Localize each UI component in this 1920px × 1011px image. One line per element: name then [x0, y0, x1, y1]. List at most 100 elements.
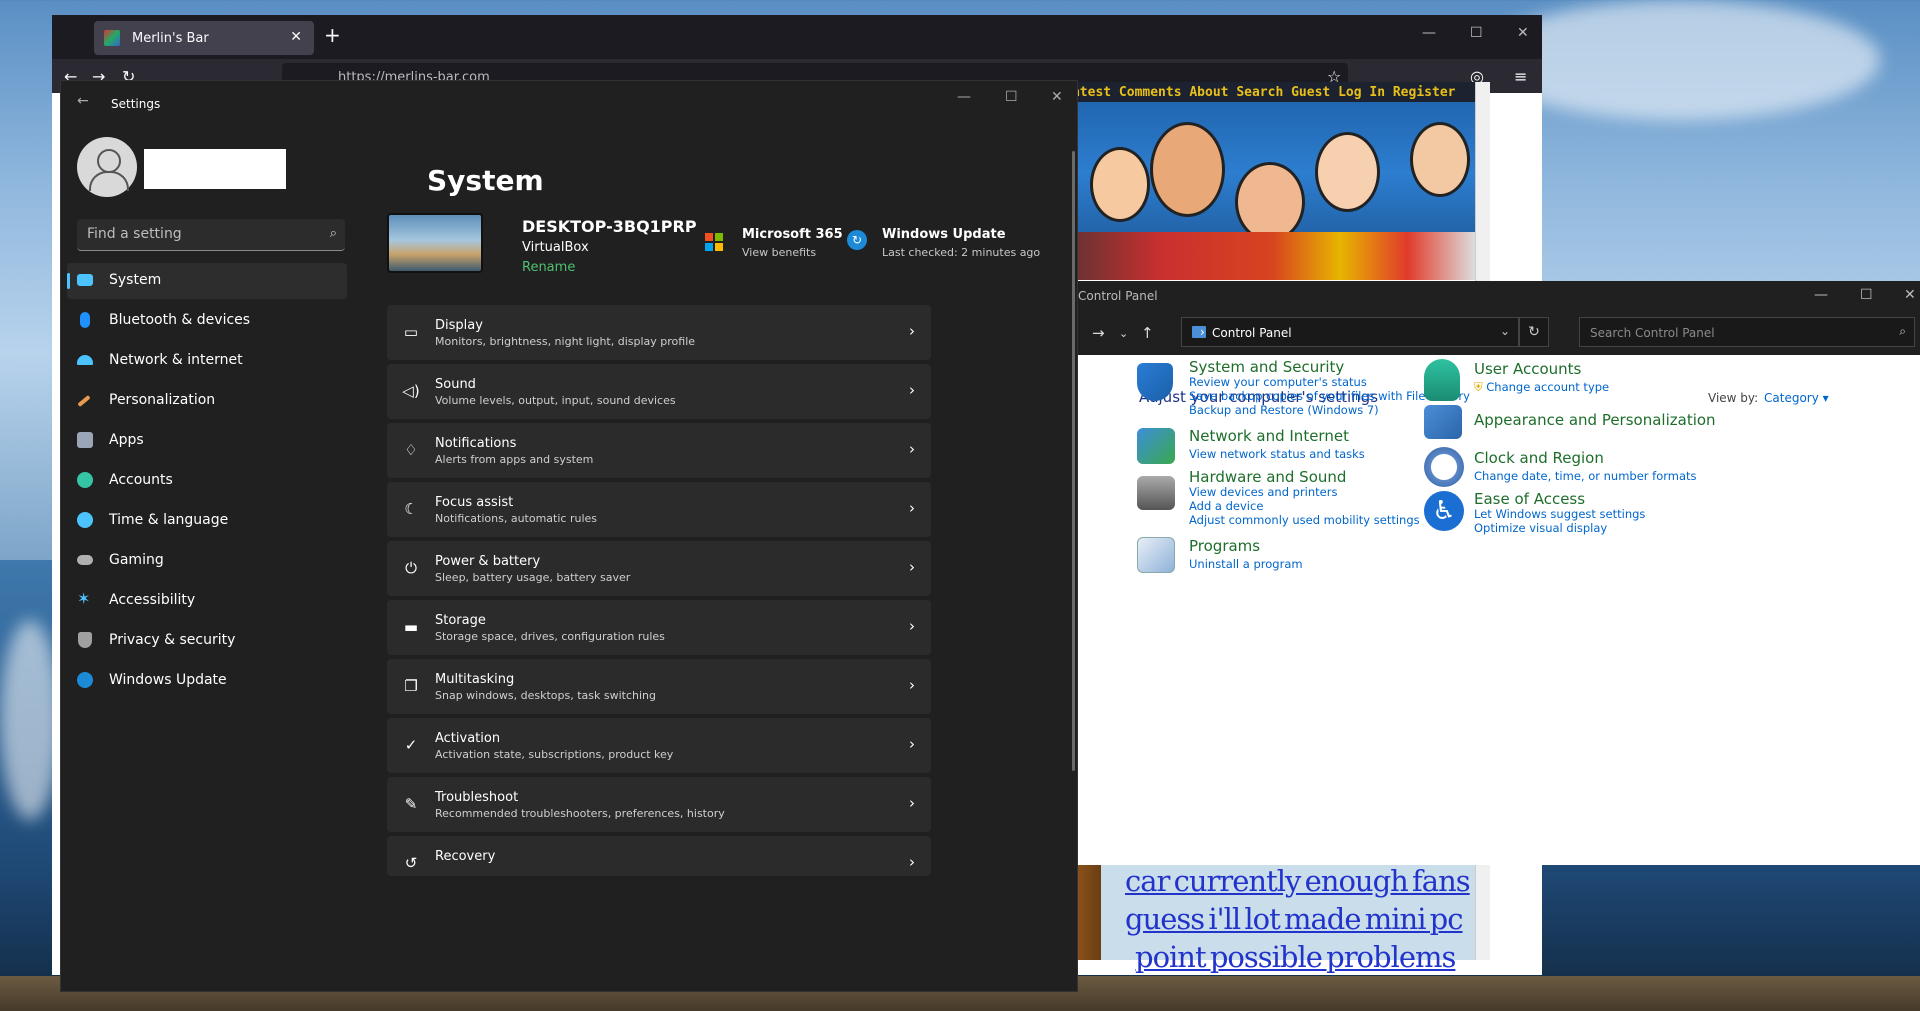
settings-scrollbar[interactable]	[1072, 151, 1075, 771]
sidebar-item-windows-update[interactable]: Windows Update	[67, 663, 347, 699]
settings-search-input[interactable]: Find a setting ⌕	[77, 219, 345, 251]
sidebar-item-personalization[interactable]: Personalization	[67, 383, 347, 419]
update-title[interactable]: Windows Update	[882, 227, 1006, 242]
up-icon[interactable]: ↑	[1141, 324, 1154, 342]
settings-title: Settings	[111, 97, 161, 111]
sidebar-item-label: Time & language	[109, 512, 229, 528]
cat-user-accounts[interactable]: User Accounts	[1474, 360, 1581, 378]
cat-clock-region[interactable]: Clock and Region	[1474, 449, 1604, 467]
close-icon[interactable]: ✕	[1517, 25, 1529, 41]
recent-dropdown-icon[interactable]: ⌄	[1119, 327, 1128, 340]
avatar[interactable]	[77, 137, 137, 197]
maximize-icon[interactable]: ☐	[1470, 25, 1483, 41]
minimize-icon[interactable]: —	[1814, 287, 1828, 303]
appearance-icon[interactable]	[1424, 405, 1462, 439]
sidebar-item-label: Personalization	[109, 392, 216, 408]
minimize-icon[interactable]: —	[1422, 25, 1436, 41]
cat-link[interactable]: Change date, time, or number formats	[1474, 469, 1697, 483]
close-icon[interactable]: ✕	[1051, 89, 1063, 105]
uac-shield-icon: ⛨	[1474, 380, 1483, 394]
close-icon[interactable]: ✕	[1904, 287, 1916, 303]
sidebar-item-accounts[interactable]: Accounts	[67, 463, 347, 499]
new-tab-icon[interactable]: +	[324, 23, 341, 47]
cat-link-text[interactable]: Change account type	[1486, 380, 1609, 394]
cat-link[interactable]: Uninstall a program	[1189, 557, 1303, 571]
sidebar-item-network[interactable]: Network & internet	[67, 343, 347, 379]
menu-icon[interactable]: ≡	[1514, 67, 1527, 86]
network-globe-icon[interactable]	[1137, 428, 1175, 464]
users-icon[interactable]	[1424, 359, 1460, 401]
cat-link[interactable]: ⛨ Change account type	[1474, 380, 1609, 395]
cat-ease-access[interactable]: Ease of Access	[1474, 490, 1585, 508]
monitor-icon	[77, 274, 93, 286]
rename-link[interactable]: Rename	[522, 260, 575, 275]
view-by-label: View by:	[1708, 391, 1759, 405]
cat-link[interactable]: Let Windows suggest settings	[1474, 507, 1645, 521]
forward-icon[interactable]: →	[1092, 324, 1105, 342]
view-by-dropdown[interactable]: Category ▾	[1764, 391, 1829, 405]
word-line[interactable]: car currently enough fans	[1105, 862, 1475, 900]
word-line[interactable]: guess i'll lot made mini pc	[1105, 900, 1475, 938]
search-icon[interactable]: ⌕	[330, 226, 337, 241]
card-activation[interactable]: ✓ Activation Activation state, subscriptio…	[387, 718, 931, 773]
word-cloud-text[interactable]: car currently enough fans guess i'll lot…	[1105, 862, 1475, 974]
chevron-down-icon[interactable]: ⌄	[1500, 324, 1510, 338]
cat-system-security[interactable]: System and Security	[1189, 358, 1344, 376]
sidebar-item-apps[interactable]: Apps	[67, 423, 347, 459]
cat-link[interactable]: Optimize visual display	[1474, 521, 1607, 535]
sidebar-item-system[interactable]: System	[67, 263, 347, 299]
card-recovery[interactable]: ↺ Recovery ›	[387, 836, 931, 876]
ease-access-icon[interactable]: ♿	[1424, 491, 1464, 531]
cat-link[interactable]: Backup and Restore (Windows 7)	[1189, 403, 1379, 417]
card-multitasking[interactable]: ❐ Multitasking Snap windows, desktops, tas…	[387, 659, 931, 714]
globe-clock-icon	[77, 512, 93, 528]
sidebar-item-time-language[interactable]: Time & language	[67, 503, 347, 539]
sidebar-item-gaming[interactable]: Gaming	[67, 543, 347, 579]
cat-network-internet[interactable]: Network and Internet	[1189, 427, 1349, 445]
settings-window: ← Settings — ☐ ✕ Find a setting ⌕ System…	[60, 80, 1078, 992]
ms365-sub[interactable]: View benefits	[742, 246, 816, 259]
update-sub[interactable]: Last checked: 2 minutes ago	[882, 246, 1040, 259]
cat-link[interactable]: View devices and printers	[1189, 485, 1337, 499]
cp-breadcrumb[interactable]: › Control Panel ⌄	[1181, 317, 1519, 347]
cat-link[interactable]: Add a device	[1189, 499, 1263, 513]
card-subtitle: Alerts from apps and system	[435, 453, 594, 466]
card-title: Power & battery	[435, 554, 541, 569]
close-tab-icon[interactable]: ✕	[290, 29, 302, 45]
card-storage[interactable]: ▬ Storage Storage space, drives, configura…	[387, 600, 931, 655]
card-power-battery[interactable]: ⏻ Power & battery Sleep, battery usage, ba…	[387, 541, 931, 596]
sidebar-item-label: Bluetooth & devices	[109, 312, 251, 328]
sidebar-item-bluetooth[interactable]: Bluetooth & devices	[67, 303, 347, 339]
cat-link[interactable]: View network status and tasks	[1189, 447, 1365, 461]
search-icon[interactable]: ⌕	[1899, 324, 1906, 339]
sidebar-item-accessibility[interactable]: ✶ Accessibility	[67, 583, 347, 619]
shield-security-icon[interactable]	[1137, 363, 1173, 401]
gamepad-icon	[77, 555, 93, 565]
cat-link[interactable]: Review your computer's status	[1189, 375, 1367, 389]
clock-icon[interactable]	[1424, 447, 1464, 487]
programs-icon[interactable]	[1137, 537, 1175, 573]
card-notifications[interactable]: ♢ Notifications Alerts from apps and syste…	[387, 423, 931, 478]
cat-programs[interactable]: Programs	[1189, 537, 1260, 555]
card-display[interactable]: ▭ Display Monitors, brightness, night ligh…	[387, 305, 931, 360]
ms365-title[interactable]: Microsoft 365	[742, 227, 843, 242]
card-sound[interactable]: ◁) Sound Volume levels, output, input, sou…	[387, 364, 931, 419]
brush-icon	[77, 394, 91, 408]
browser-tab[interactable]: Merlin's Bar ✕	[94, 21, 314, 55]
cat-hardware-sound[interactable]: Hardware and Sound	[1189, 468, 1346, 486]
maximize-icon[interactable]: ☐	[1860, 287, 1873, 303]
card-troubleshoot[interactable]: ✎ Troubleshoot Recommended troubleshooters…	[387, 777, 931, 832]
site-nav[interactable]: Home Latest Comments About Search Guest …	[1025, 82, 1475, 102]
maximize-icon[interactable]: ☐	[1005, 89, 1018, 105]
cp-search-input[interactable]: Search Control Panel ⌕	[1579, 317, 1915, 347]
minimize-icon[interactable]: —	[957, 89, 971, 105]
sidebar-item-privacy[interactable]: Privacy & security	[67, 623, 347, 659]
cat-appearance[interactable]: Appearance and Personalization	[1474, 411, 1716, 429]
refresh-icon[interactable]: ↻	[1519, 317, 1549, 347]
back-arrow-icon[interactable]: ←	[77, 93, 89, 109]
printer-icon[interactable]	[1137, 476, 1175, 510]
word-line[interactable]: point possible problems	[1105, 938, 1475, 976]
cat-link[interactable]: Adjust commonly used mobility settings	[1189, 513, 1420, 527]
card-focus-assist[interactable]: ☾ Focus assist Notifications, automatic ru…	[387, 482, 931, 537]
bell-icon: ♢	[404, 441, 418, 459]
